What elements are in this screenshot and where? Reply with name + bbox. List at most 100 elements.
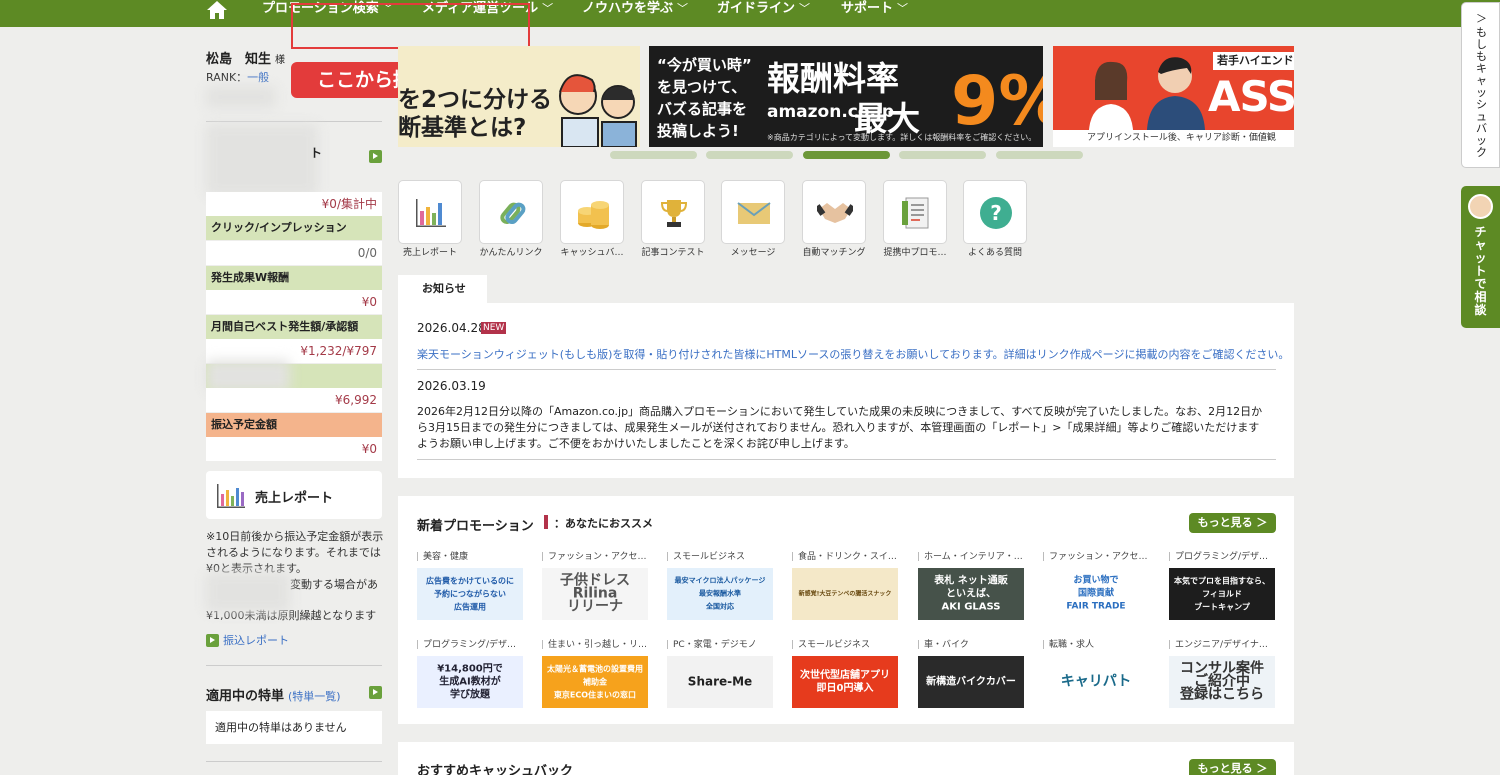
w-reward-label: 発生成果W報酬 (206, 266, 382, 290)
home-icon[interactable] (206, 0, 228, 19)
banner-career[interactable]: 若手ハイエンド ASS アプリインストール後、キャリア診断・価値観 (1053, 46, 1294, 147)
sales-value: ¥0/集計中 (206, 192, 382, 216)
tool-faq[interactable]: ? (963, 180, 1027, 244)
promotion-banner-text: 本気でプロを目指すなら、 フィヨルド ブートキャンプ (1174, 576, 1270, 612)
promotion-category: スモールビジネス (792, 637, 898, 650)
transfer-amount-label: 振込予定金額 (206, 413, 382, 437)
recommend-label: ：あなたにおススメ (554, 517, 653, 530)
nav-media-tools[interactable]: メディア運営ツール ﹀ (422, 0, 553, 18)
promotion-banner[interactable]: 最安マイクロ法人パッケージ 最安報酬水準 全国対応 (667, 568, 773, 620)
banner-amazon-note: ※商品カテゴリによって変動します。詳しくは報酬料率をご確認ください。 (767, 133, 1037, 142)
user-rank: RANK：一般 (206, 69, 269, 85)
note-text: されるようになります。それまでは (206, 546, 381, 559)
special-rate-list-link[interactable]: (特単一覧) (288, 690, 341, 703)
transfer-report-link[interactable]: 振込レポート (223, 632, 289, 648)
special-rate-title-text: 適用中の特単 (206, 689, 285, 704)
promotion-banner[interactable]: キャリパト (1043, 656, 1149, 708)
promotion-banner[interactable]: 新構造バイクカバー (918, 656, 1024, 708)
top-navigation: プロモーション検索 ﹀ メディア運営ツール ﹀ ノウハウを学ぶ ﹀ ガイドライン ﹀ サ… (0, 0, 1500, 27)
tool-message[interactable] (721, 180, 785, 244)
promotion-category: プログラミング/デザ… (1169, 549, 1275, 562)
promotion-banner[interactable]: 太陽光＆蓄電池の設置費用 補助金 東京ECO住まいの窓口 (542, 656, 648, 708)
recommended-cashback-title: おすすめキャッシュバック (417, 764, 574, 775)
envelope-icon (737, 202, 771, 224)
promotion-category: 車・バイク (918, 637, 1024, 650)
tool-article-contest[interactable] (641, 180, 705, 244)
banner-text: 断基準とは? (398, 115, 527, 141)
promotion-category: ファッション・アクセ… (542, 549, 648, 562)
moshimo-cashback-tab[interactable]: ＞もしもキャッシュバック (1461, 2, 1500, 168)
carousel-dot[interactable] (610, 151, 697, 159)
chart-icon (217, 484, 245, 508)
tool-label: 記事コンテスト (641, 248, 705, 258)
nav-support[interactable]: サポート ﹀ (841, 0, 908, 18)
promotion-banner-text: 最安マイクロ法人パッケージ 最安報酬水準 全国対応 (674, 576, 766, 611)
link-icon (500, 202, 526, 225)
banner-amazon-percent: 9% (951, 62, 1043, 141)
promotion-banner[interactable]: 子供ドレス Rilina リリーナ (542, 568, 648, 620)
arrow-right-icon[interactable] (369, 686, 382, 699)
nav-learn-knowhow[interactable]: ノウハウを学ぶ ﹀ (582, 0, 688, 18)
banner-amazon-question: “今が買い時” を見つけて、 バズる記事を 投稿しよう! (657, 54, 752, 142)
tool-sales-report[interactable] (398, 180, 462, 244)
new-badge: NEW (481, 322, 507, 334)
blurred-row-value: ¥6,992 (206, 388, 382, 412)
honorific: 様 (275, 55, 286, 66)
tool-partnered-promotions[interactable] (883, 180, 947, 244)
news-item-link[interactable]: 楽天モーションウィジェット(もしも版)を取得・貼り付けされた皆様にHTMLソース… (417, 346, 1289, 362)
tool-easy-link[interactable] (479, 180, 543, 244)
carousel-dot[interactable] (706, 151, 793, 159)
carousel-dot[interactable] (899, 151, 986, 159)
promotion-banner[interactable]: ¥14,800円で 生成AI教材が 学び放題 (417, 656, 523, 708)
banner-amazon[interactable]: “今が買い時” を見つけて、 バズる記事を 投稿しよう! 報酬料率 amazon.co… (649, 46, 1043, 147)
carousel-dot[interactable] (996, 151, 1083, 159)
tool-cashback[interactable] (560, 180, 624, 244)
note-text: 変動する場合があ (290, 578, 378, 591)
news-item-text: 2026年2月12日分以降の「Amazon.co.jp」商品購入プロモーションに… (417, 405, 1263, 450)
more-promotions-button[interactable]: もっと見る ＞ (1189, 513, 1276, 533)
tool-label: 提携中プロモ… (883, 248, 947, 258)
promotion-banner[interactable]: お買い物で 国際貢献 FAIR TRADE (1043, 568, 1149, 620)
blurred-area (206, 86, 276, 108)
nav-guidelines[interactable]: ガイドライン ﹀ (717, 0, 810, 18)
more-cashback-button[interactable]: もっと見る ＞ (1189, 759, 1276, 775)
promotion-banner-text: 次世代型店舗アプリ 即日0円導入 (800, 670, 890, 694)
promotion-category: PC・家電・デジモノ (667, 637, 773, 650)
chat-consult-tab[interactable]: チャットで相談 (1461, 186, 1500, 328)
promotion-category: スモールビジネス (667, 549, 773, 562)
tab-news[interactable]: お知らせ (398, 275, 487, 303)
chevron-down-icon: ﹀ (382, 2, 394, 15)
illustration-people (1089, 57, 1205, 130)
special-rate-empty: 適用中の特単はありません (206, 711, 382, 744)
report-heading-tail: ト (310, 146, 323, 160)
tool-auto-matching[interactable] (802, 180, 866, 244)
banner-career-headline: ASS (1208, 72, 1294, 121)
carousel-dot-active[interactable] (803, 151, 890, 159)
w-reward-value: ¥0 (206, 290, 382, 314)
promotion-banner-text: 子供ドレス Rilina リリーナ (560, 572, 630, 615)
promotion-banner-text: ¥14,800円で 生成AI教材が 学び放題 (437, 663, 503, 701)
news-divider (417, 369, 1276, 370)
nav-label: プロモーション検索 (262, 1, 379, 16)
promotion-banner[interactable]: コンサル案件 ご紹介中 登録はこちら (1169, 656, 1275, 708)
rank-link[interactable]: 一般 (247, 71, 269, 84)
nav-promotion-search[interactable]: プロモーション検索 ﹀ (262, 0, 394, 18)
special-rate-title: 適用中の特単 (特単一覧) (206, 685, 341, 704)
promotion-category: エンジニア/デザイナ… (1169, 637, 1275, 650)
user-name-text: 松島 知生 (206, 52, 272, 67)
divider (206, 121, 382, 122)
promotion-banner[interactable]: 広告費をかけているのに 予約につながらない 広告運用 (417, 568, 523, 620)
promotion-banner[interactable]: 表札 ネット通販 といえば、 AKI GLASS (918, 568, 1024, 620)
promotion-banner[interactable]: 新感覚!大豆テンペの腸活スナック (792, 568, 898, 620)
banner-article-text: を2つに分ける 断基準とは? (398, 86, 552, 142)
divider (206, 665, 382, 666)
banner-text: バズる記事を (657, 100, 748, 118)
promotion-banner[interactable]: 次世代型店舗アプリ 即日0円導入 (792, 656, 898, 708)
arrow-right-icon (206, 634, 219, 647)
arrow-right-icon[interactable] (369, 150, 382, 163)
promotion-banner[interactable]: Share-Me (667, 656, 773, 708)
blurred-area (206, 572, 290, 612)
sales-report-button[interactable]: 売上レポート (206, 471, 382, 519)
banner-article[interactable]: を2つに分ける 断基準とは? (398, 46, 640, 147)
promotion-banner[interactable]: 本気でプロを目指すなら、 フィヨルド ブートキャンプ (1169, 568, 1275, 620)
